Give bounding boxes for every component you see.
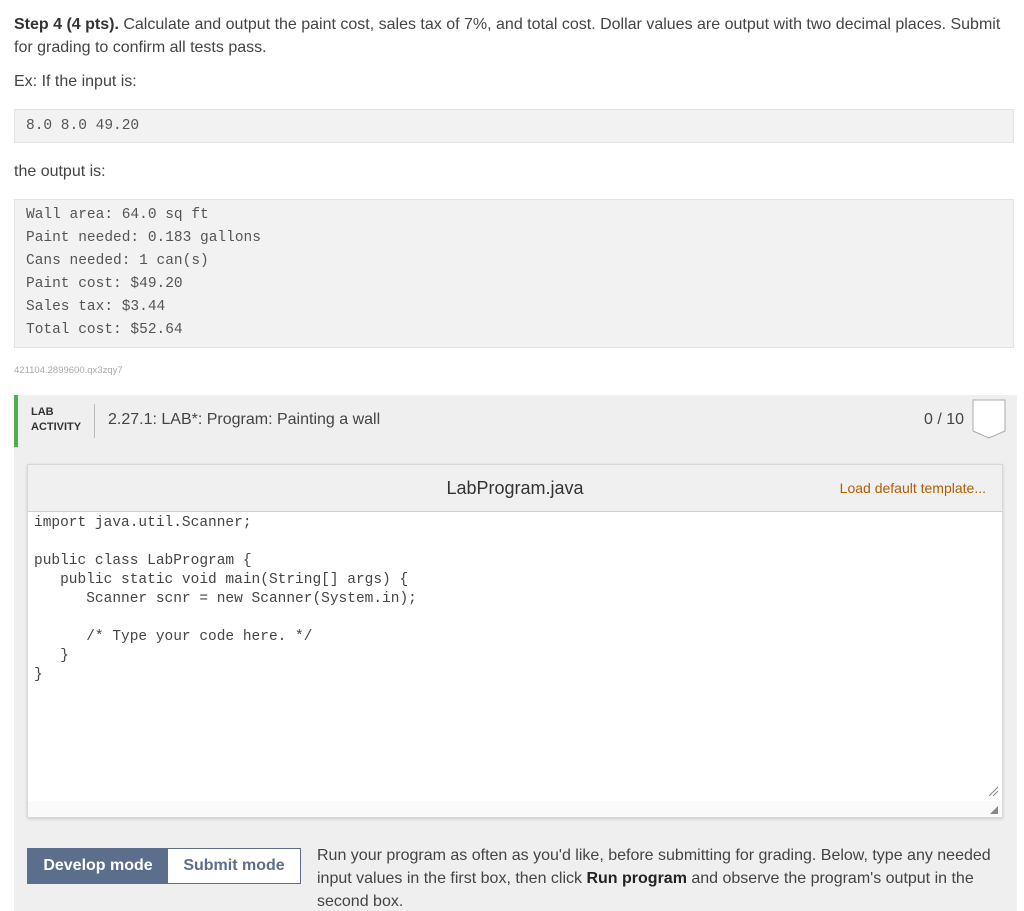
code-line: import java.util.Scanner; <box>34 515 252 531</box>
run-program-label: Run program <box>586 870 687 887</box>
example-output-line: Paint cost: $49.20 <box>26 276 183 292</box>
score-shield-icon <box>972 399 1006 439</box>
example-output-line: Sales tax: $3.44 <box>26 299 166 315</box>
develop-mode-button[interactable]: Develop mode <box>28 849 168 883</box>
output-intro: the output is: <box>14 163 106 180</box>
example-input-line: 8.0 8.0 49.20 <box>26 118 140 134</box>
code-line: } <box>34 648 69 664</box>
example-output-line: Cans needed: 1 can(s) <box>26 253 209 269</box>
code-line: /* Type your code here. */ <box>34 629 313 645</box>
resize-handle-icon[interactable] <box>987 785 999 797</box>
step-text: Calculate and output the paint cost, sal… <box>14 16 1001 56</box>
load-default-template-link[interactable]: Load default template... <box>840 480 986 496</box>
example-output-line: Paint needed: 0.183 gallons <box>26 230 261 246</box>
lab-body: LabProgram.java Load default template...… <box>14 447 1017 911</box>
step-label: Step 4 (4 pts). <box>14 16 119 33</box>
resize-grip-icon[interactable] <box>990 806 998 814</box>
example-output-line: Wall area: 64.0 sq ft <box>26 207 209 223</box>
code-textarea[interactable]: import java.util.Scanner; public class L… <box>28 511 1002 803</box>
example-intro: Ex: If the input is: <box>14 73 137 90</box>
badge-line-activity: ACTIVITY <box>31 421 82 433</box>
header-divider <box>94 404 95 438</box>
code-editor: LabProgram.java Load default template...… <box>27 464 1003 818</box>
lab-activity-badge: LAB ACTIVITY <box>31 405 81 435</box>
activity-id: 421104.2899600.qx3zqy7 <box>14 365 123 376</box>
lab-title: 2.27.1: LAB*: Program: Painting a wall <box>108 411 381 428</box>
lab-score: 0 / 10 <box>923 411 964 428</box>
example-output-box: Wall area: 64.0 sq ft Paint needed: 0.18… <box>14 199 1014 348</box>
step-instructions: Step 4 (4 pts). Calculate and output the… <box>14 13 1014 59</box>
code-line: } <box>34 667 43 683</box>
code-line: public class LabProgram { <box>34 553 252 569</box>
badge-line-lab: LAB <box>31 406 54 418</box>
code-line: Scanner scnr = new Scanner(System.in); <box>34 591 417 607</box>
editor-toolbar: LabProgram.java Load default template... <box>28 465 1002 511</box>
submit-mode-button[interactable]: Submit mode <box>168 849 300 883</box>
example-input-box: 8.0 8.0 49.20 <box>14 109 1014 143</box>
run-instructions: Run your program as often as you'd like,… <box>317 844 1007 911</box>
code-line: public static void main(String[] args) { <box>34 572 409 588</box>
lab-header: LAB ACTIVITY 2.27.1: LAB*: Program: Pain… <box>14 395 1017 447</box>
example-output-line: Total cost: $52.64 <box>26 322 183 338</box>
editor-footer <box>28 801 1002 817</box>
mode-toggle: Develop mode Submit mode <box>27 848 301 884</box>
